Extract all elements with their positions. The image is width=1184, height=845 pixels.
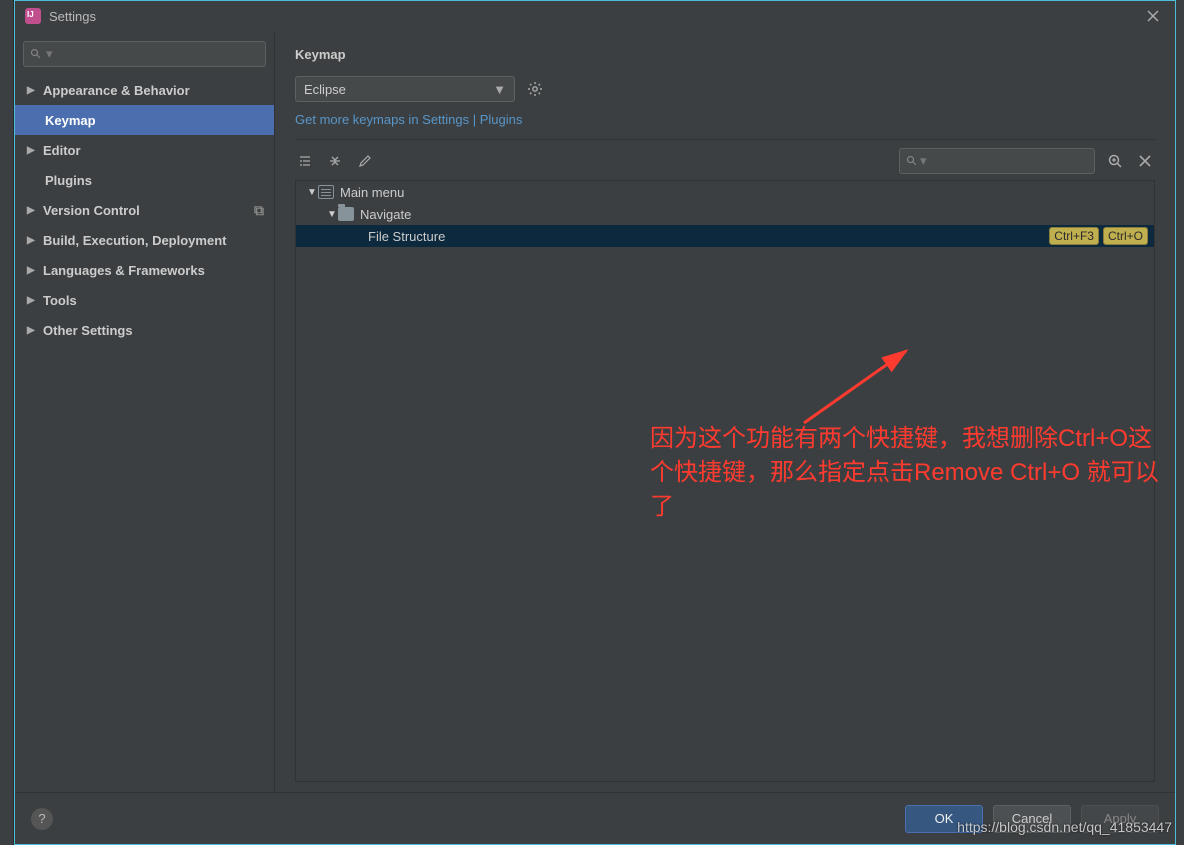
sidebar-item-keymap[interactable]: Keymap	[15, 105, 274, 135]
clear-search-icon[interactable]	[1135, 151, 1155, 171]
sidebar-item-label: Plugins	[45, 173, 92, 188]
edit-icon[interactable]	[355, 151, 375, 171]
app-icon	[25, 8, 41, 24]
close-icon[interactable]	[1141, 4, 1165, 28]
sidebar-item-editor[interactable]: ▶ Editor	[15, 135, 274, 165]
chevron-down-icon: ▼	[306, 187, 318, 198]
gear-icon[interactable]	[525, 79, 545, 99]
chevron-right-icon: ▶	[27, 205, 37, 216]
project-badge-icon: ⧉	[254, 202, 264, 219]
more-keymaps-link[interactable]: Get more keymaps in Settings | Plugins	[295, 112, 1155, 127]
sidebar-item-label: Version Control	[43, 203, 140, 218]
chevron-down-icon: ▼	[493, 82, 506, 97]
shortcut-badge: Ctrl+F3	[1049, 227, 1099, 245]
action-tree: ▼ Main menu ▼ Navigate File Structure Ct…	[295, 180, 1155, 782]
settings-sidebar: ▾ ▶ Appearance & Behavior Keymap ▶ Editor …	[15, 31, 275, 792]
shortcut-badges: Ctrl+F3 Ctrl+O	[1049, 227, 1148, 245]
sidebar-item-label: Editor	[43, 143, 81, 158]
menu-icon	[318, 185, 334, 199]
sidebar-item-appearance[interactable]: ▶ Appearance & Behavior	[15, 75, 274, 105]
tree-label: Navigate	[360, 207, 411, 222]
shortcut-badge: Ctrl+O	[1103, 227, 1148, 245]
chevron-right-icon: ▶	[27, 325, 37, 336]
folder-icon	[338, 207, 354, 221]
dialog-footer: ? OK Cancel Apply	[15, 792, 1175, 844]
ok-button[interactable]: OK	[905, 805, 983, 833]
settings-dialog: Settings ▾ ▶ Appearance & Behavior Keymap…	[14, 0, 1176, 845]
sidebar-item-plugins[interactable]: Plugins	[15, 165, 274, 195]
tree-row-main-menu[interactable]: ▼ Main menu	[296, 181, 1154, 203]
sidebar-item-other[interactable]: ▶ Other Settings	[15, 315, 274, 345]
tree-label: Main menu	[340, 185, 404, 200]
sidebar-item-label: Build, Execution, Deployment	[43, 233, 226, 248]
page-title: Keymap	[295, 47, 1155, 62]
tree-label: File Structure	[368, 229, 445, 244]
titlebar: Settings	[15, 1, 1175, 31]
sidebar-item-label: Keymap	[45, 113, 96, 128]
keymap-toolbar: ▾	[295, 148, 1155, 174]
sidebar-item-label: Appearance & Behavior	[43, 83, 190, 98]
sidebar-item-label: Languages & Frameworks	[43, 263, 205, 278]
action-search-input[interactable]: ▾	[899, 148, 1095, 174]
chevron-right-icon: ▶	[27, 295, 37, 306]
sidebar-search-input[interactable]: ▾	[23, 41, 266, 67]
ide-right-gutter	[1176, 0, 1184, 845]
chevron-right-icon: ▶	[27, 235, 37, 246]
ide-left-gutter	[0, 0, 14, 845]
window-title: Settings	[49, 9, 1141, 24]
search-caret: ▾	[46, 46, 53, 62]
dropdown-value: Eclipse	[304, 82, 346, 97]
sidebar-item-version-control[interactable]: ▶ Version Control ⧉	[15, 195, 274, 225]
sidebar-tree: ▶ Appearance & Behavior Keymap ▶ Editor Pl…	[15, 75, 274, 792]
expand-all-icon[interactable]	[295, 151, 315, 171]
cancel-button[interactable]: Cancel	[993, 805, 1071, 833]
apply-button: Apply	[1081, 805, 1159, 833]
collapse-all-icon[interactable]	[325, 151, 345, 171]
tree-row-file-structure[interactable]: File Structure Ctrl+F3 Ctrl+O	[296, 225, 1154, 247]
help-button[interactable]: ?	[31, 808, 53, 830]
chevron-right-icon: ▶	[27, 85, 37, 96]
divider	[295, 139, 1155, 140]
find-by-shortcut-icon[interactable]	[1105, 151, 1125, 171]
main-panel: Keymap Eclipse ▼ Get more keymaps in Set…	[275, 31, 1175, 792]
sidebar-item-label: Other Settings	[43, 323, 133, 338]
sidebar-item-label: Tools	[43, 293, 77, 308]
sidebar-item-tools[interactable]: ▶ Tools	[15, 285, 274, 315]
chevron-right-icon: ▶	[27, 145, 37, 156]
tree-row-navigate[interactable]: ▼ Navigate	[296, 203, 1154, 225]
chevron-down-icon: ▼	[326, 209, 338, 220]
sidebar-item-build[interactable]: ▶ Build, Execution, Deployment	[15, 225, 274, 255]
chevron-right-icon: ▶	[27, 265, 37, 276]
keymap-dropdown[interactable]: Eclipse ▼	[295, 76, 515, 102]
sidebar-item-languages[interactable]: ▶ Languages & Frameworks	[15, 255, 274, 285]
